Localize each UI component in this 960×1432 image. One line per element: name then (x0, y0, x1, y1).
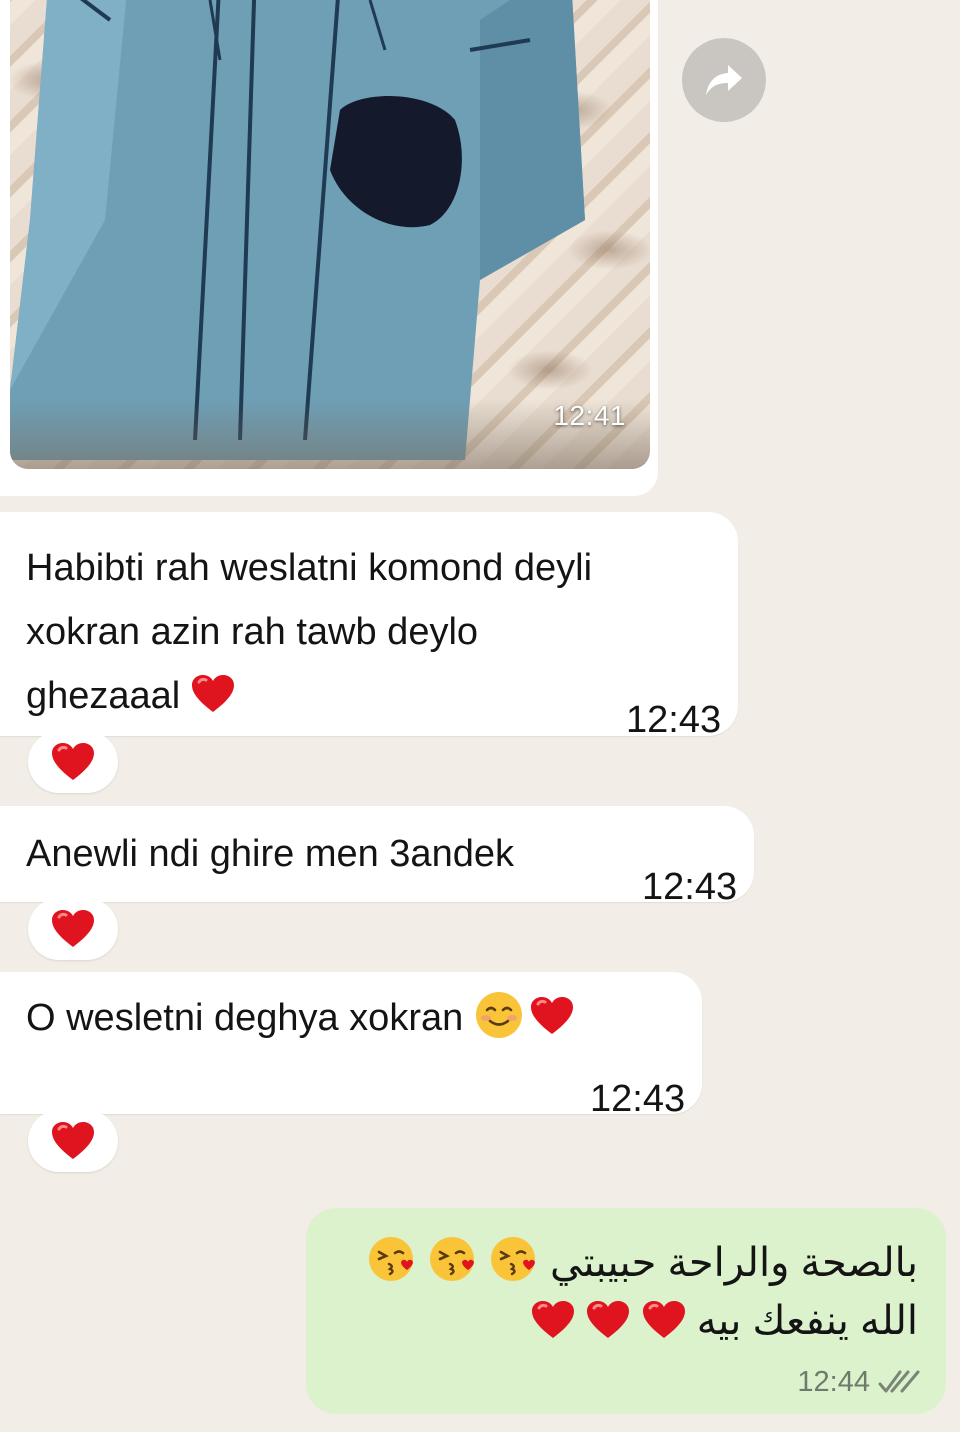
outgoing-message[interactable]: بالصحة والراحة حبيبتي الله ينفعك بيه 12:… (306, 1208, 946, 1414)
message-timestamp: 12:43 (626, 699, 722, 741)
red-heart-emoji (51, 909, 95, 949)
double-check-icon (878, 1370, 920, 1393)
message-line: O wesletni deghya xokran (26, 997, 464, 1039)
red-heart-emoji (191, 674, 235, 714)
red-heart-emoji (530, 996, 574, 1036)
red-heart-emoji (51, 1121, 95, 1161)
red-heart-emoji (531, 1300, 575, 1340)
message-text: الله ينفعك بيه (696, 1299, 918, 1343)
image-timestamp: 12:41 (553, 400, 626, 431)
reaction-badge[interactable] (28, 1110, 118, 1172)
message-line: الله ينفعك بيه (531, 1292, 918, 1350)
forward-icon (706, 65, 742, 95)
image-message-bubble[interactable]: 12:41 (0, 0, 658, 496)
red-heart-emoji (642, 1300, 686, 1340)
message-text: Habibti rah weslatni komond deyli xokran… (26, 536, 592, 728)
message-text: Anewli ndi ghire men 3andek (26, 833, 514, 875)
message-timestamp: 12:44 (797, 1366, 870, 1398)
message-timestamp: 12:43 (590, 1078, 686, 1120)
message-line: Habibti rah weslatni komond deyli (26, 547, 593, 589)
message-text: O wesletni deghya xokran (26, 986, 574, 1050)
reaction-badge[interactable] (28, 898, 118, 960)
forward-button[interactable] (682, 38, 766, 122)
smiling-face-emoji (474, 990, 524, 1040)
message-line: ghezaaal (26, 675, 181, 717)
face-blowing-kiss-emoji (367, 1234, 417, 1284)
incoming-message[interactable]: Anewli ndi ghire men 3andek (0, 806, 754, 902)
message-timestamp: 12:43 (642, 866, 738, 908)
message-line: xokran azin rah tawb deylo (26, 611, 479, 653)
red-heart-emoji (586, 1300, 630, 1340)
red-heart-emoji (51, 742, 95, 782)
reaction-badge[interactable] (28, 731, 118, 793)
message-text: بالصحة والراحة حبيبتي (549, 1241, 918, 1285)
photo-attachment[interactable]: 12:41 (10, 0, 650, 469)
message-line: بالصحة والراحة حبيبتي (367, 1234, 918, 1292)
face-blowing-kiss-emoji (489, 1234, 539, 1284)
face-blowing-kiss-emoji (428, 1234, 478, 1284)
